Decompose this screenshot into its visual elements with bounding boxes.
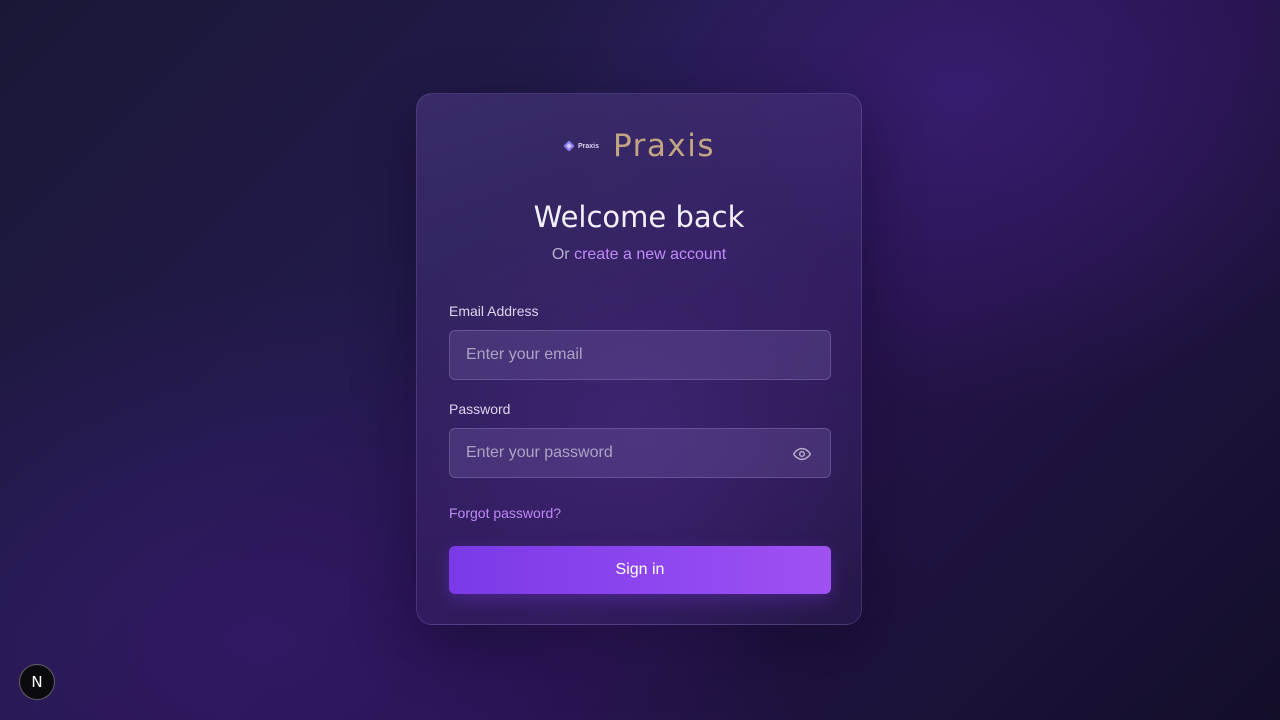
login-card: Praxis Praxis Welcome back Or create a n…	[416, 93, 862, 625]
email-field-wrapper	[449, 330, 831, 380]
brand-logo: Praxis	[563, 138, 599, 154]
create-account-link[interactable]: create a new account	[574, 246, 726, 263]
email-label: Email Address	[449, 303, 539, 319]
password-field-wrapper	[449, 428, 831, 478]
diamond-logo-icon	[563, 140, 575, 152]
show-password-toggle[interactable]	[792, 444, 812, 464]
brand-logo-text: Praxis	[577, 142, 600, 150]
sign-in-button[interactable]: Sign in	[449, 546, 831, 594]
forgot-password-link[interactable]: Forgot password?	[449, 505, 561, 521]
signup-prompt: Or create a new account	[417, 246, 861, 264]
signup-prompt-prefix: Or	[551, 246, 570, 263]
brand-header: Praxis Praxis	[417, 126, 861, 166]
password-input[interactable]	[450, 429, 830, 477]
brand-name: Praxis	[613, 128, 716, 164]
page-title: Welcome back	[533, 200, 745, 234]
email-input[interactable]	[450, 331, 830, 379]
password-label: Password	[449, 401, 511, 417]
eye-icon	[792, 447, 812, 461]
dev-tools-badge[interactable]: N	[19, 664, 55, 700]
